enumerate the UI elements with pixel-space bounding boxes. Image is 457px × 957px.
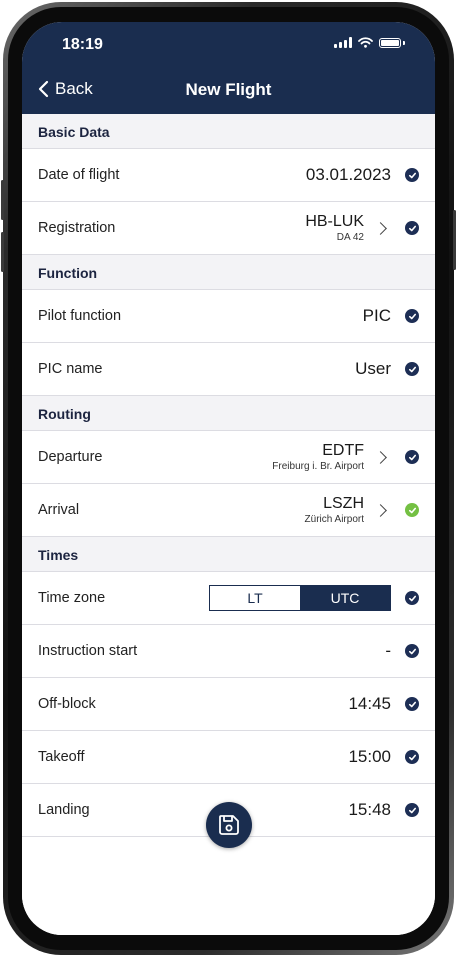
nav-bar: Back New Flight [22,68,435,114]
airport-name: Zürich Airport [304,514,364,526]
row-pilot-function[interactable]: Pilot function PIC [22,290,435,343]
check-circle-icon [405,450,419,464]
row-label: Takeoff [38,749,85,765]
row-date-of-flight[interactable]: Date of flight 03.01.2023 [22,149,435,202]
row-label: Registration [38,220,116,236]
row-label: Time zone [38,590,106,606]
chevron-right-icon [374,221,387,235]
row-value: LSZH Zürich Airport [305,495,364,526]
check-circle-icon [405,168,419,182]
row-label: Arrival [38,502,80,518]
row-value: 03.01.2023 [305,165,391,184]
row-instruction-start[interactable]: Instruction start - [22,625,435,678]
section-header-basic-data: Basic Data [22,114,435,149]
check-circle-icon [405,750,419,764]
check-circle-icon [405,362,419,376]
power-button [453,210,456,270]
row-label: Departure [38,449,103,465]
row-label: Instruction start [38,643,138,659]
signal-icon [334,37,352,48]
check-circle-icon [405,591,419,605]
row-value: - [385,641,391,660]
row-arrival[interactable]: Arrival LSZH Zürich Airport [22,484,435,537]
row-takeoff[interactable]: Takeoff 15:00 [22,731,435,784]
airport-name: Freiburg i. Br. Airport [272,461,364,473]
app-screen: 18:19 Back New Flight Basic Data Date of… [22,22,435,935]
airport-code: LSZH [323,494,364,512]
row-label: Pilot function [38,308,122,324]
row-label: PIC name [38,361,103,377]
section-header-function: Function [22,255,435,290]
row-label: Date of flight [38,167,120,183]
row-value: HB-LUK DA 42 [305,213,364,244]
bottom-area [22,869,435,935]
section-header-times: Times [22,537,435,572]
segment-lt[interactable]: LT [210,586,300,610]
wifi-icon [358,37,373,48]
chevron-right-icon [374,450,387,464]
status-time: 18:19 [62,36,103,53]
page-title: New Flight [185,80,272,99]
volume-button [1,180,4,220]
row-label: Landing [38,802,90,818]
row-value: 15:00 [348,747,391,766]
row-registration[interactable]: Registration HB-LUK DA 42 [22,202,435,255]
aircraft-type: DA 42 [336,232,364,244]
volume-button [1,232,4,272]
form-list: Basic Data Date of flight 03.01.2023 Reg… [22,114,435,837]
battery-tip [403,40,405,45]
status-bar: 18:19 [22,22,435,68]
row-value: User [355,359,391,378]
battery-icon [379,37,401,48]
row-pic-name[interactable]: PIC name User [22,343,435,396]
save-button[interactable] [206,802,252,848]
check-circle-icon [405,644,419,658]
check-circle-icon [405,803,419,817]
row-departure[interactable]: Departure EDTF Freiburg i. Br. Airport [22,431,435,484]
registration-value: HB-LUK [305,212,364,230]
row-value: 15:48 [348,800,391,819]
check-circle-icon [405,221,419,235]
check-circle-green-icon [405,503,419,517]
row-time-zone: Time zone LT UTC [22,572,435,625]
row-value: EDTF Freiburg i. Br. Airport [272,442,364,473]
row-value: PIC [362,306,391,325]
airport-code: EDTF [322,441,364,459]
time-zone-segmented-control: LT UTC [209,585,391,611]
row-value: 14:45 [348,694,391,713]
segment-utc[interactable]: UTC [300,586,390,610]
status-icons [334,37,405,48]
save-icon [219,815,239,835]
check-circle-icon [405,309,419,323]
chevron-right-icon [374,503,387,517]
row-off-block[interactable]: Off-block 14:45 [22,678,435,731]
section-header-routing: Routing [22,396,435,431]
check-circle-icon [405,697,419,711]
row-label: Off-block [38,696,96,712]
